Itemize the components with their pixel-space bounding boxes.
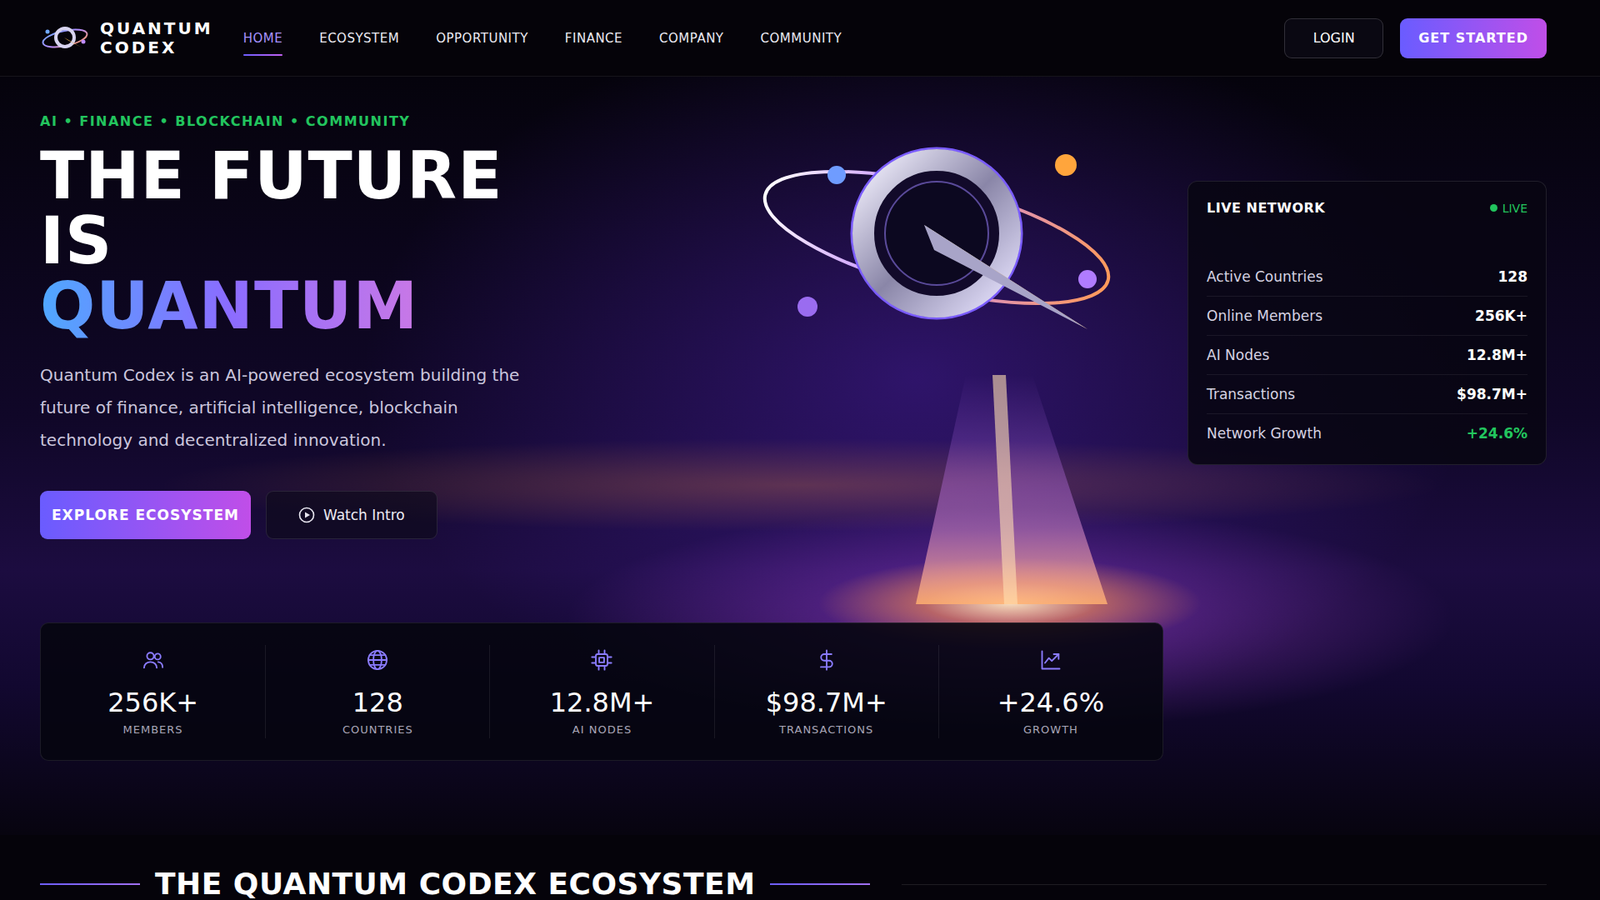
quantum-logo-icon bbox=[40, 21, 90, 55]
network-stat-row: AI Nodes12.8M+ bbox=[1206, 335, 1528, 375]
hero-section: AI • FINANCE • BLOCKCHAIN • COMMUNITY THE… bbox=[0, 76, 1600, 835]
live-network-panel: LIVE NETWORK LIVE Active Countries128Onlin… bbox=[1187, 180, 1547, 465]
divider-line bbox=[770, 883, 870, 885]
login-button[interactable]: LOGIN bbox=[1284, 18, 1384, 59]
network-stat-row: Network Growth+24.6% bbox=[1206, 414, 1528, 453]
stat-value: $98.7M+ bbox=[765, 686, 888, 719]
nav-link[interactable]: HOME bbox=[243, 25, 284, 51]
status-dot-icon bbox=[1490, 204, 1498, 212]
headline-highlight: QUANTUM bbox=[40, 273, 419, 339]
dollar-icon bbox=[815, 648, 839, 672]
nav-link[interactable]: FINANCE bbox=[565, 25, 623, 51]
stat-item: $98.7M+ TRANSACTIONS bbox=[714, 645, 939, 739]
stat-item: 12.8M+ AI NODES bbox=[489, 645, 714, 739]
top-nav: QUANTUMCODEX HOME ECOSYSTEM OPPORTUNITY FINA… bbox=[0, 0, 1600, 77]
hero-copy: AI • FINANCE • BLOCKCHAIN • COMMUNITY THE… bbox=[40, 113, 574, 540]
hero-description: Quantum Codex is an AI-powered ecosystem… bbox=[40, 359, 549, 457]
network-stat-row: Online Members256K+ bbox=[1206, 296, 1528, 336]
watch-intro-button[interactable]: Watch Intro bbox=[265, 490, 438, 540]
globe-icon bbox=[365, 648, 390, 672]
stat-item: 128 COUNTRIES bbox=[265, 645, 490, 739]
brand-logo[interactable]: QUANTUMCODEX bbox=[40, 19, 214, 58]
chip-icon bbox=[590, 648, 614, 672]
stat-label: GROWTH bbox=[1023, 723, 1079, 737]
stat-value: +24.6% bbox=[997, 686, 1105, 719]
quantum-emblem-icon bbox=[757, 125, 1116, 542]
panel-title: LIVE NETWORK bbox=[1206, 200, 1325, 216]
nav-link[interactable]: COMMUNITY bbox=[760, 25, 843, 51]
stat-value: 256K+ bbox=[107, 686, 199, 719]
brand-name-line: CODEX bbox=[100, 38, 214, 58]
stat-value: 12.8M+ bbox=[550, 686, 655, 719]
network-stat-row: Transactions$98.7M+ bbox=[1206, 375, 1528, 415]
brand-name-line: QUANTUM bbox=[100, 19, 214, 39]
play-icon bbox=[298, 506, 315, 524]
stat-label: MEMBERS bbox=[123, 723, 184, 737]
nav-link[interactable]: ECOSYSTEM bbox=[319, 25, 400, 51]
stat-label: TRANSACTIONS bbox=[779, 723, 874, 737]
hero-headline: THE FUTUREISQUANTUM bbox=[40, 143, 574, 339]
nav-menu: HOME ECOSYSTEM OPPORTUNITY FINANCE COMPANY CO… bbox=[243, 25, 843, 51]
explore-button[interactable]: EXPLORE ECOSYSTEM bbox=[40, 490, 251, 540]
network-stat-row: Active Countries128 bbox=[1206, 257, 1528, 297]
landing-page: QUANTUMCODEXHOMEECOSYSTEMOPPORTUNITYFINA… bbox=[0, 0, 1600, 900]
nav-link[interactable]: COMPANY bbox=[659, 25, 724, 51]
get-started-button[interactable]: GET STARTED bbox=[1400, 18, 1547, 59]
live-badge: LIVE bbox=[1490, 201, 1528, 215]
divider-line bbox=[40, 883, 140, 885]
stat-label: AI NODES bbox=[572, 723, 632, 737]
stats-strip: 256K+ MEMBERS 128 COUNTRIES 12.8M+ AI NODES $9… bbox=[40, 622, 1164, 761]
stat-value: 128 bbox=[352, 686, 404, 719]
hero-tagline: AI • FINANCE • BLOCKCHAIN • COMMUNITY bbox=[40, 113, 574, 130]
users-icon bbox=[141, 648, 165, 672]
stat-item: +24.6% GROWTH bbox=[938, 645, 1163, 739]
trend-icon bbox=[1039, 648, 1063, 672]
divider-line bbox=[901, 884, 1547, 885]
section-title: THE QUANTUM CODEX ECOSYSTEM bbox=[155, 867, 755, 900]
nav-link[interactable]: OPPORTUNITY bbox=[435, 25, 529, 51]
stat-label: COUNTRIES bbox=[342, 723, 414, 737]
ecosystem-section: THE QUANTUM CODEX ECOSYSTEM bbox=[0, 835, 1600, 900]
stat-item: 256K+ MEMBERS bbox=[40, 645, 265, 739]
